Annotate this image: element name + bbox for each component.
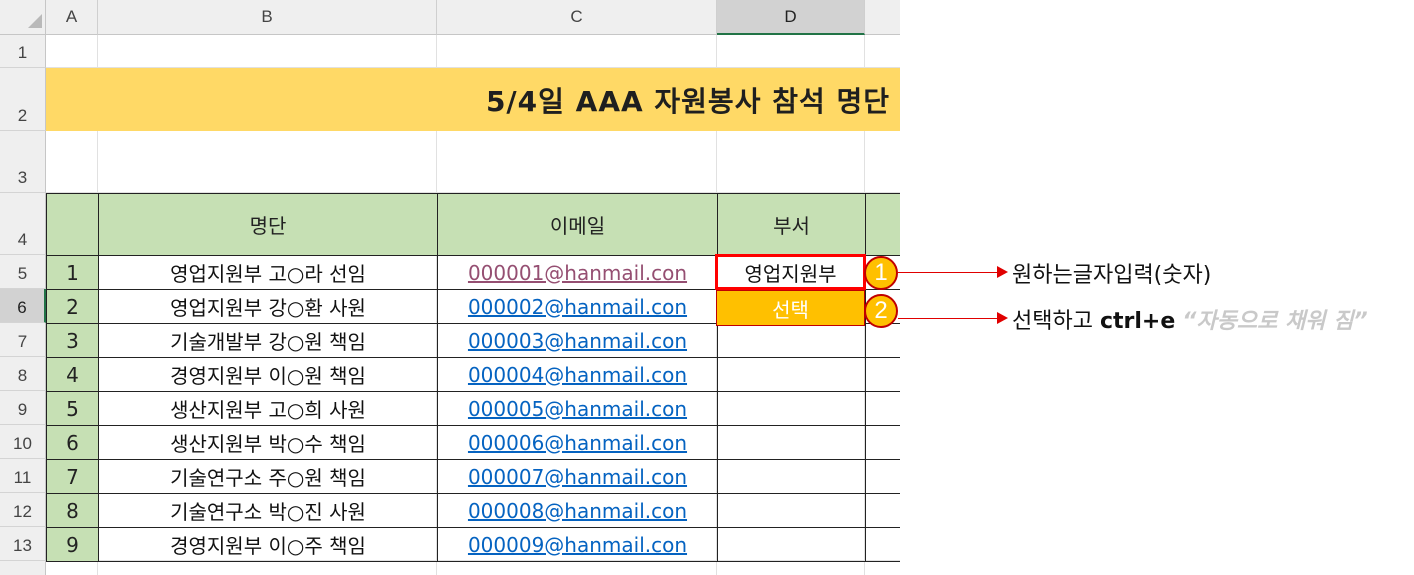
record-number[interactable]: 9 [46, 527, 99, 562]
record-email-cell[interactable]: 000008@hanmail.con [437, 493, 718, 528]
row-header-2[interactable]: 2 [0, 68, 46, 131]
record-name[interactable]: 생산지원부 고○희 사원 [98, 391, 438, 426]
step-1-instruction: 원하는글자입력(숫자) [1012, 263, 1212, 288]
email-link[interactable]: 000003@hanmail.con [468, 329, 687, 353]
record-name[interactable]: 기술연구소 박○진 사원 [98, 493, 438, 528]
record-email-cell[interactable]: 000007@hanmail.con [437, 459, 718, 494]
email-link[interactable]: 000007@hanmail.con [468, 465, 687, 489]
email-link[interactable]: 000001@hanmail.con [468, 261, 687, 285]
column-header-d[interactable]: D [717, 0, 865, 35]
row-header-10[interactable]: 10 [0, 425, 46, 459]
row-header-1[interactable]: 1 [0, 35, 46, 68]
record-number[interactable]: 5 [46, 391, 99, 426]
step-2-arrow-head-icon [997, 312, 1008, 324]
record-dept-empty[interactable] [717, 425, 866, 460]
row-header-4[interactable]: 4 [0, 193, 46, 255]
row-header-14[interactable] [0, 561, 46, 575]
record-number[interactable]: 2 [46, 289, 99, 324]
step-2-instruction: 선택하고 ctrl+e “자동으로 채워 짐” [1012, 303, 1368, 335]
row-header-8[interactable]: 8 [0, 357, 46, 391]
record-name[interactable]: 기술개발부 강○원 책임 [98, 323, 438, 358]
record-dept-empty[interactable] [717, 459, 866, 494]
email-link[interactable]: 000009@hanmail.con [468, 533, 687, 557]
record-number[interactable]: 8 [46, 493, 99, 528]
row-header-5[interactable]: 5 [0, 255, 46, 289]
record-email-cell[interactable]: 000005@hanmail.con [437, 391, 718, 426]
header-dept[interactable]: 부서 [717, 193, 866, 256]
row-header-3[interactable]: 3 [0, 131, 46, 193]
record-cell-e[interactable] [865, 493, 900, 528]
record-email-cell[interactable]: 000003@hanmail.con [437, 323, 718, 358]
sheet-title[interactable]: 5/4일 AAA 자원봉사 참석 명단 [486, 68, 890, 131]
record-name[interactable]: 생산지원부 박○수 책임 [98, 425, 438, 460]
record-cell-e[interactable] [865, 527, 900, 562]
select-all-corner[interactable] [0, 0, 46, 35]
select-all-triangle-icon [28, 14, 42, 28]
step-1-arrow-line [898, 272, 998, 273]
step-2-prefix: 선택하고 [1012, 309, 1100, 334]
record-cell-e[interactable] [865, 459, 900, 494]
record-email-cell[interactable]: 000006@hanmail.con [437, 425, 718, 460]
dept-cell-d5[interactable]: 영업지원부 [715, 254, 866, 290]
step-2-result-note: “자동으로 채워 짐” [1182, 309, 1368, 334]
dept-cell-d6-selected[interactable]: 선택 [716, 290, 865, 326]
record-dept-empty[interactable] [717, 493, 866, 528]
email-link[interactable]: 000006@hanmail.con [468, 431, 687, 455]
column-header-e[interactable] [865, 0, 900, 35]
email-link[interactable]: 000005@hanmail.con [468, 397, 687, 421]
row-header-7[interactable]: 7 [0, 323, 46, 357]
column-header-a[interactable]: A [46, 0, 98, 35]
record-name[interactable]: 영업지원부 고○라 선임 [98, 255, 438, 290]
record-cell-e[interactable] [865, 357, 900, 392]
record-number[interactable]: 7 [46, 459, 99, 494]
row-header-6[interactable]: 6 [0, 289, 46, 323]
step-1-badge: 1 [864, 256, 898, 290]
record-cell-e[interactable] [865, 323, 900, 358]
header-name[interactable]: 명단 [98, 193, 438, 256]
record-email-cell[interactable]: 000001@hanmail.con [437, 255, 718, 290]
record-dept-empty[interactable] [717, 527, 866, 562]
header-cell-a4[interactable] [46, 193, 99, 256]
step-1-arrow-head-icon [997, 266, 1008, 278]
record-number[interactable]: 6 [46, 425, 99, 460]
column-header-c[interactable]: C [437, 0, 717, 35]
step-2-shortcut: ctrl+e [1099, 309, 1176, 334]
header-email[interactable]: 이메일 [437, 193, 718, 256]
email-link[interactable]: 000002@hanmail.con [468, 295, 687, 319]
spreadsheet-grid[interactable]: A B C D 1 2 3 4 5 6 7 8 9 10 11 12 13 5/… [0, 0, 900, 575]
title-band: 5/4일 AAA 자원봉사 참석 명단 [46, 68, 900, 131]
header-cell-e4[interactable] [865, 193, 900, 256]
record-cell-e[interactable] [865, 391, 900, 426]
record-email-cell[interactable]: 000009@hanmail.con [437, 527, 718, 562]
record-number[interactable]: 1 [46, 255, 99, 290]
record-email-cell[interactable]: 000002@hanmail.con [437, 289, 718, 324]
step-2-arrow-line [898, 318, 998, 319]
record-name[interactable]: 경영지원부 이○원 책임 [98, 357, 438, 392]
record-dept-empty[interactable] [717, 391, 866, 426]
row-header-9[interactable]: 9 [0, 391, 46, 425]
record-number[interactable]: 3 [46, 323, 99, 358]
record-name[interactable]: 영업지원부 강○환 사원 [98, 289, 438, 324]
row-header-13[interactable]: 13 [0, 527, 46, 561]
record-cell-e[interactable] [865, 425, 900, 460]
record-email-cell[interactable]: 000004@hanmail.con [437, 357, 718, 392]
row-header-11[interactable]: 11 [0, 459, 46, 493]
step-2-badge: 2 [864, 294, 898, 328]
email-link[interactable]: 000004@hanmail.con [468, 363, 687, 387]
email-link[interactable]: 000008@hanmail.con [468, 499, 687, 523]
record-name[interactable]: 경영지원부 이○주 책임 [98, 527, 438, 562]
record-name[interactable]: 기술연구소 주○원 책임 [98, 459, 438, 494]
column-header-b[interactable]: B [98, 0, 437, 35]
record-number[interactable]: 4 [46, 357, 99, 392]
record-dept-empty[interactable] [717, 323, 866, 358]
record-dept-empty[interactable] [717, 357, 866, 392]
row-header-12[interactable]: 12 [0, 493, 46, 527]
